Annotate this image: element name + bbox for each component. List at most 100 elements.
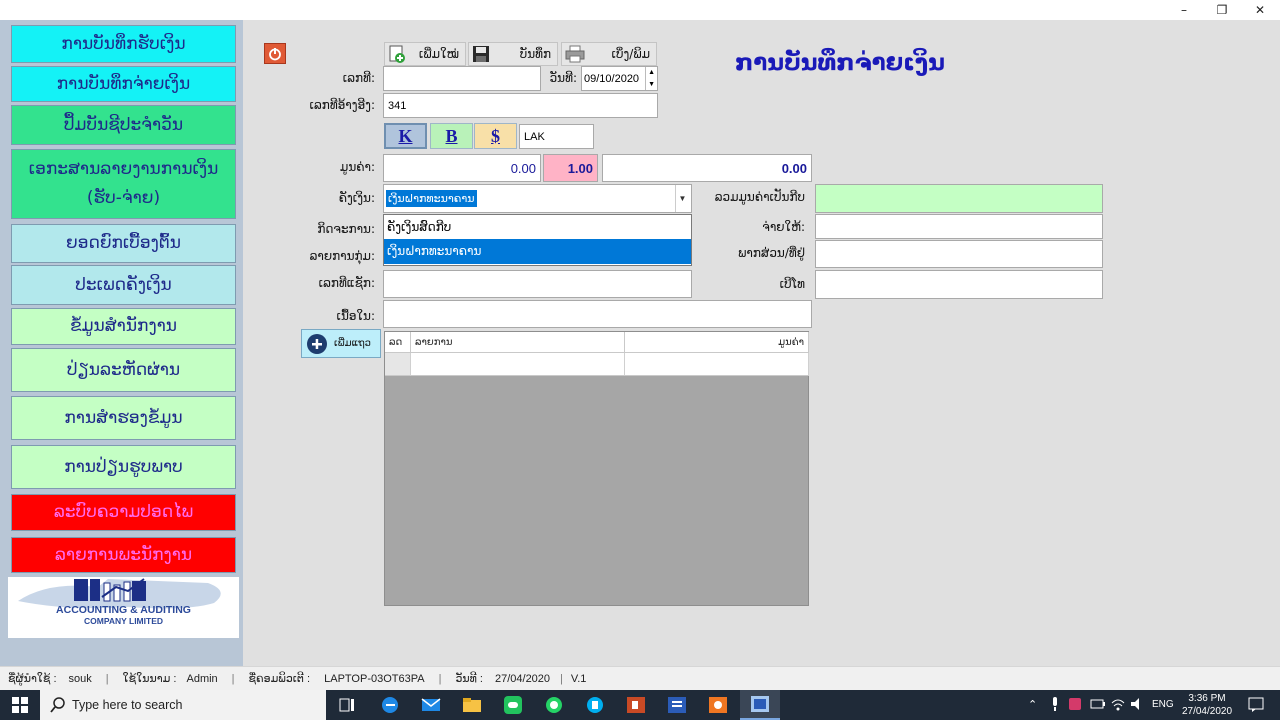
sidebar-item-receipt-entry[interactable]: ການບັນທຶກຮັບເງິນ xyxy=(11,25,236,63)
language-indicator[interactable]: ENG xyxy=(1152,699,1174,710)
mail-icon[interactable] xyxy=(411,690,451,720)
clock-time: 3:36 PM xyxy=(1188,693,1226,704)
date-picker[interactable]: 09/10/2020 ▲ ▼ xyxy=(581,66,658,91)
status-divider: | xyxy=(231,672,235,685)
date-value: 09/10/2020 xyxy=(584,72,640,85)
grid-cell-amount[interactable] xyxy=(625,353,809,376)
edge-browser-icon[interactable] xyxy=(370,690,410,720)
floppy-disk-icon xyxy=(473,46,489,62)
grid-header-amount: ມູນຄ່າ xyxy=(625,332,809,353)
taskbar: Type here to search ⌃ ENG 3:36 PM 27/04/… xyxy=(0,690,1280,720)
taskbar-clock[interactable]: 3:36 PM 27/04/2020 xyxy=(1178,692,1236,718)
invoice-label: ເລກທີແຊັກ: xyxy=(318,276,375,290)
status-bar: ຊື່ຜູ້ນຳໃຊ້ : souk | ໃຊ້ໃນນາມ : Admin | … xyxy=(0,666,1280,690)
windows-start-icon[interactable] xyxy=(0,690,40,720)
print-button[interactable]: ເບິ່ງ/ພິມ xyxy=(561,42,657,66)
number-input[interactable] xyxy=(383,66,541,91)
sidebar-item-daily-journal[interactable]: ປຶ້ມບັນຊີປະຈຳວັນ xyxy=(11,105,236,145)
new-button[interactable]: ເພີ່ມໃໝ່ xyxy=(384,42,466,66)
sidebar-item-staff-list[interactable]: ລາຍການພະນັກງານ xyxy=(11,537,236,573)
security-tray-icon[interactable] xyxy=(1068,697,1082,714)
ref-input[interactable]: 341 xyxy=(383,93,658,118)
content-label: ເນື້ອໃນ: xyxy=(336,309,375,323)
grid-row-header[interactable] xyxy=(385,353,411,376)
sidebar-item-financial-report[interactable]: ເອກະສານລາຍງານການເງິນ (ຮັບ-ຈ່າຍ) xyxy=(11,149,236,219)
address-input[interactable] xyxy=(815,240,1103,268)
sidebar-item-backup[interactable]: ການສຳຮອງຂໍ້ມູນ xyxy=(11,396,236,440)
dropdown-option[interactable]: ຄັງເງິນສົດກີບ xyxy=(384,215,691,239)
status-type-label: ໃຊ້ໃນນາມ : xyxy=(122,673,177,685)
invoice-input[interactable] xyxy=(383,270,692,298)
currency-code-field[interactable]: LAK xyxy=(519,124,594,149)
status-divider: | xyxy=(438,672,442,685)
notification-icon[interactable] xyxy=(1248,697,1264,716)
detail-grid[interactable]: ລດ ລາຍການ ມູນຄ່າ xyxy=(384,331,809,606)
wifi-icon[interactable] xyxy=(1110,697,1126,714)
window-title-bar: – ❐ ✕ xyxy=(0,0,1280,20)
grid-header-item: ລາຍການ xyxy=(411,332,625,353)
amount-input[interactable]: 0.00 xyxy=(383,154,541,182)
close-button[interactable]: ✕ xyxy=(1242,0,1278,20)
currency-kip-button[interactable]: K xyxy=(384,123,427,149)
battery-icon[interactable] xyxy=(1090,698,1106,713)
currency-dollar-button[interactable]: $ xyxy=(474,123,517,149)
dropdown-option[interactable]: ເງິນຝາກທະນາຄານ xyxy=(384,239,691,264)
print-button-label: ເບິ່ງ/ພິມ xyxy=(611,47,651,61)
microphone-icon[interactable] xyxy=(1050,696,1060,715)
total-kip-label: ລວມມູນຄ່າເປັນກີບ xyxy=(714,190,805,204)
whatsapp-icon[interactable] xyxy=(534,690,574,720)
powerpoint-icon[interactable] xyxy=(616,690,656,720)
payto-input[interactable] xyxy=(815,214,1103,239)
logo-line-1: ACCOUNTING & AUDITING xyxy=(56,604,191,616)
payto-label: ຈ່າຍໃຫ້: xyxy=(762,220,805,234)
spin-down-icon[interactable]: ▼ xyxy=(648,81,655,88)
task-view-icon[interactable] xyxy=(327,690,367,720)
sidebar-item-payment-entry[interactable]: ການບັນທຶກຈ່າຍເງິນ xyxy=(11,66,236,102)
skype-icon[interactable] xyxy=(575,690,615,720)
activity-label: ກິດຈະການ: xyxy=(317,222,375,236)
taskbar-search-box[interactable]: Type here to search xyxy=(40,690,326,720)
line-app-icon[interactable] xyxy=(493,690,533,720)
file-explorer-icon[interactable] xyxy=(452,690,492,720)
active-app-icon[interactable] xyxy=(740,690,780,720)
address-label: ພາກສ່ວນ/ທີ່ຢູ່ xyxy=(738,246,805,260)
status-divider: | xyxy=(560,672,563,685)
exit-button[interactable] xyxy=(264,43,286,64)
cash-account-select[interactable]: ເງິນຝາກທະນາຄານ ▼ xyxy=(383,184,692,213)
search-placeholder: Type here to search xyxy=(72,698,183,712)
cash-account-dropdown-list: ຄັງເງິນສົດກີບ ເງິນຝາກທະນາຄານ xyxy=(383,214,692,266)
status-version: V.1 xyxy=(570,672,587,685)
sidebar-item-opening-balance[interactable]: ຍອດຍົກເບື້ອງຕົ້ນ xyxy=(11,224,236,263)
maximize-button[interactable]: ❐ xyxy=(1204,0,1240,20)
chevron-down-icon[interactable]: ▼ xyxy=(675,185,689,212)
volume-icon[interactable] xyxy=(1130,697,1146,714)
form-title: ການບັນທຶກຈ່າຍເງິນ xyxy=(735,50,945,76)
sidebar-item-office-info[interactable]: ຂໍ້ມູນສຳນັກງານ xyxy=(11,308,236,345)
exchange-rate-input[interactable]: 1.00 xyxy=(543,154,598,182)
status-user-label: ຊື່ຜູ້ນຳໃຊ້ : xyxy=(8,673,57,685)
amount-label: ມູນຄ່າ: xyxy=(339,160,375,174)
word-icon[interactable] xyxy=(657,690,697,720)
minimize-button[interactable]: – xyxy=(1166,0,1202,20)
power-icon xyxy=(269,47,281,60)
save-button[interactable]: ບັນທຶກ xyxy=(468,42,558,66)
save-button-label: ບັນທຶກ xyxy=(519,47,551,61)
sidebar-item-security[interactable]: ລະບົບຄວາມປອດໄພ xyxy=(11,494,236,531)
add-row-button[interactable]: ເພີ່ມແຖວ xyxy=(301,329,381,358)
printer-icon xyxy=(565,45,585,63)
cash-label: ຄັງເງິນ: xyxy=(338,191,375,205)
sidebar-item-cash-types[interactable]: ປະເພດຄັງເງິນ xyxy=(11,265,236,305)
date-spinner[interactable]: ▲ ▼ xyxy=(645,67,655,90)
office-app-icon[interactable] xyxy=(698,690,738,720)
content-input[interactable] xyxy=(383,300,812,328)
sidebar-item-change-password[interactable]: ປ່ຽນລະຫັດຜ່ານ xyxy=(11,348,236,392)
status-user: souk xyxy=(68,672,92,685)
grid-header-no: ລດ xyxy=(385,332,411,353)
spin-up-icon[interactable]: ▲ xyxy=(648,69,655,76)
tray-chevron-up-icon[interactable]: ⌃ xyxy=(1028,698,1037,711)
phone-input[interactable] xyxy=(815,270,1103,299)
sidebar-item-change-image[interactable]: ການປ່ຽນຮູບພາບ xyxy=(11,445,236,489)
total-kip-field xyxy=(815,184,1103,213)
grid-cell-item[interactable] xyxy=(411,353,625,376)
currency-baht-button[interactable]: B xyxy=(430,123,473,149)
